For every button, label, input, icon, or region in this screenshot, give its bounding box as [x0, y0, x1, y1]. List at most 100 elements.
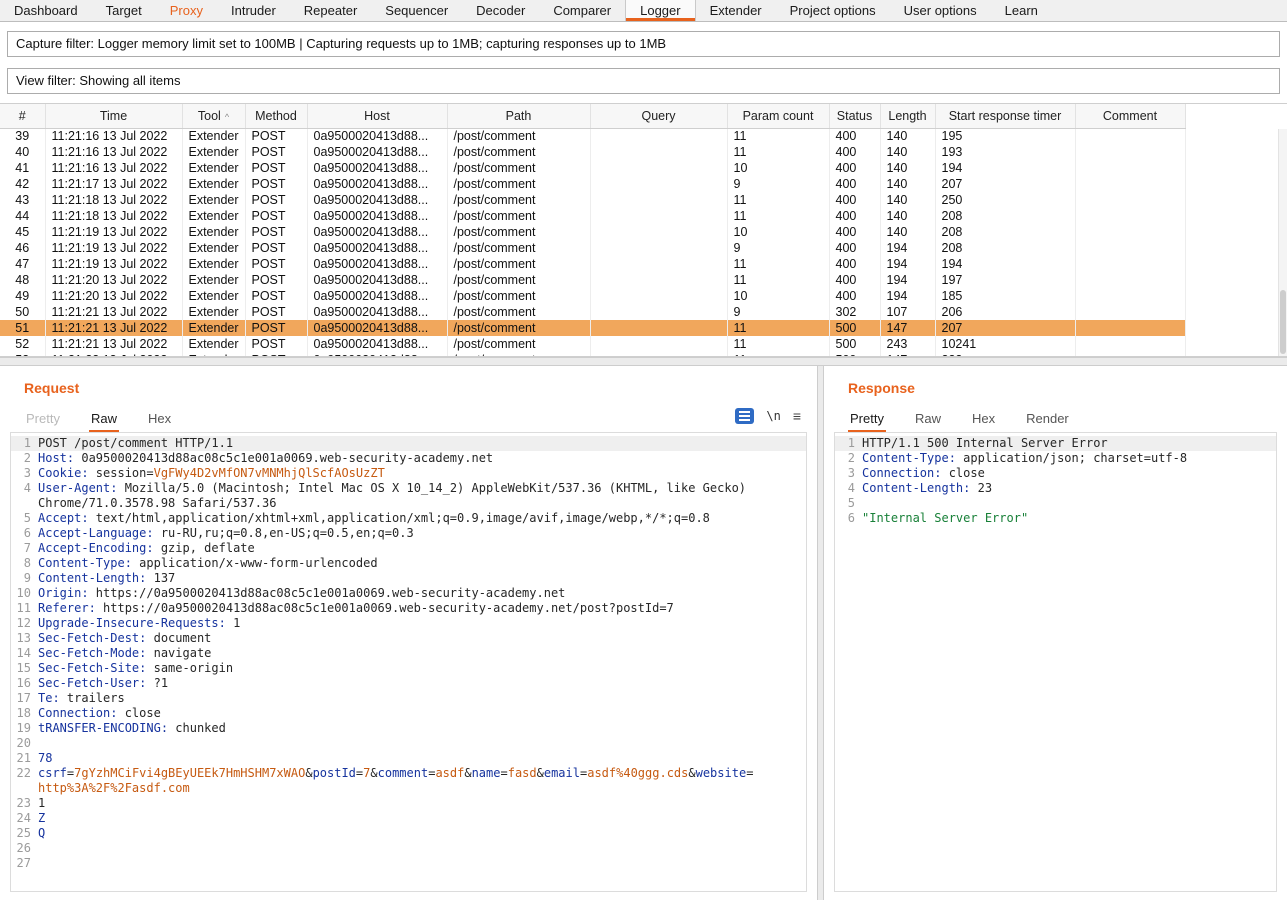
menu-tab[interactable]: Target: [92, 0, 156, 21]
line-content: Cookie: session=VgFWy4D2vMfON7vMNMhjQlSc…: [38, 466, 385, 481]
table-row[interactable]: 4711:21:19 13 Jul 2022ExtenderPOST0a9500…: [0, 256, 1185, 272]
capture-filter-bar[interactable]: Capture filter: Logger memory limit set …: [7, 31, 1280, 57]
code-line: 18 Connection: close: [11, 706, 806, 721]
request-editor-icons: \n ≡: [735, 408, 801, 424]
table-row[interactable]: 4911:21:20 13 Jul 2022ExtenderPOST0a9500…: [0, 288, 1185, 304]
menu-tab[interactable]: Logger: [625, 0, 695, 21]
menu-tab[interactable]: Dashboard: [0, 0, 92, 21]
table-cell: 52: [0, 336, 45, 352]
code-line: 1 HTTP/1.1 500 Internal Server Error: [835, 436, 1276, 451]
table-cell: [1075, 192, 1185, 208]
column-header[interactable]: Tool^: [182, 104, 245, 128]
editor-tab[interactable]: Pretty: [24, 411, 62, 432]
code-line: 5: [835, 496, 1276, 511]
request-editor[interactable]: 1 POST /post/comment HTTP/1.1 2 Host: 0a…: [10, 432, 807, 892]
column-header[interactable]: Host: [307, 104, 447, 128]
column-header[interactable]: Method: [245, 104, 307, 128]
wrap-toggle-icon[interactable]: [735, 408, 754, 424]
table-row[interactable]: 4811:21:20 13 Jul 2022ExtenderPOST0a9500…: [0, 272, 1185, 288]
table-cell: 11: [727, 272, 829, 288]
column-header[interactable]: Path: [447, 104, 590, 128]
nonprintable-toggle-icon[interactable]: \n: [766, 409, 780, 423]
table-cell: [1075, 224, 1185, 240]
table-cell: 0a9500020413d88...: [307, 336, 447, 352]
editor-tab[interactable]: Render: [1024, 411, 1071, 432]
table-cell: 232: [935, 352, 1075, 357]
menu-tab[interactable]: Extender: [696, 0, 776, 21]
editor-tab[interactable]: Hex: [146, 411, 173, 432]
table-cell: Extender: [182, 160, 245, 176]
menu-tab-label: Logger: [640, 3, 680, 18]
response-title: Response: [848, 380, 1287, 396]
table-cell: [1075, 336, 1185, 352]
table-row[interactable]: 4111:21:16 13 Jul 2022ExtenderPOST0a9500…: [0, 160, 1185, 176]
table-cell: POST: [245, 208, 307, 224]
scrollbar-thumb[interactable]: [1280, 290, 1286, 354]
editor-tab[interactable]: Pretty: [848, 411, 886, 432]
table-cell: [1075, 160, 1185, 176]
line-number: 7: [11, 541, 38, 556]
menu-tab[interactable]: Comparer: [539, 0, 625, 21]
table-cell: 11: [727, 144, 829, 160]
column-header[interactable]: Start response timer: [935, 104, 1075, 128]
response-editor[interactable]: 1 HTTP/1.1 500 Internal Server Error 2 C…: [834, 432, 1277, 892]
table-row[interactable]: 4211:21:17 13 Jul 2022ExtenderPOST0a9500…: [0, 176, 1185, 192]
table-row[interactable]: 4511:21:19 13 Jul 2022ExtenderPOST0a9500…: [0, 224, 1185, 240]
column-header[interactable]: Length: [880, 104, 935, 128]
table-cell: 140: [880, 128, 935, 144]
line-content: Content-Length: 137: [38, 571, 175, 586]
menu-tab[interactable]: Project options: [776, 0, 890, 21]
table-cell: /post/comment: [447, 352, 590, 357]
column-header[interactable]: Query: [590, 104, 727, 128]
menu-tab[interactable]: Repeater: [290, 0, 371, 21]
table-cell: POST: [245, 272, 307, 288]
view-filter-bar[interactable]: View filter: Showing all items: [7, 68, 1280, 94]
column-header[interactable]: #: [0, 104, 45, 128]
table-cell: [1075, 272, 1185, 288]
table-cell: [590, 240, 727, 256]
table-cell: 11:21:16 13 Jul 2022: [45, 160, 182, 176]
menu-tab[interactable]: Learn: [991, 0, 1052, 21]
line-content: Sec-Fetch-Dest: document: [38, 631, 211, 646]
menu-tab[interactable]: Proxy: [156, 0, 217, 21]
column-header[interactable]: Param count: [727, 104, 829, 128]
menu-tab[interactable]: Intruder: [217, 0, 290, 21]
table-cell: 500: [829, 320, 880, 336]
horizontal-splitter[interactable]: [0, 357, 1287, 366]
line-number: 2: [11, 451, 38, 466]
column-header[interactable]: Comment: [1075, 104, 1185, 128]
table-row[interactable]: 5211:21:21 13 Jul 2022ExtenderPOST0a9500…: [0, 336, 1185, 352]
table-row[interactable]: 4411:21:18 13 Jul 2022ExtenderPOST0a9500…: [0, 208, 1185, 224]
menu-tab[interactable]: User options: [890, 0, 991, 21]
table-cell: 10: [727, 160, 829, 176]
table-cell: 243: [880, 336, 935, 352]
column-header[interactable]: Time: [45, 104, 182, 128]
table-row[interactable]: 5311:21:22 13 Jul 2022ExtenderPOST0a9500…: [0, 352, 1185, 357]
menu-tab[interactable]: Decoder: [462, 0, 539, 21]
table-cell: 40: [0, 144, 45, 160]
vertical-splitter[interactable]: [817, 366, 824, 900]
table-cell: [1075, 304, 1185, 320]
column-header[interactable]: Status: [829, 104, 880, 128]
table-row[interactable]: 5011:21:21 13 Jul 2022ExtenderPOST0a9500…: [0, 304, 1185, 320]
table-row[interactable]: 4311:21:18 13 Jul 2022ExtenderPOST0a9500…: [0, 192, 1185, 208]
editor-tab[interactable]: Raw: [89, 411, 119, 432]
table-cell: Extender: [182, 272, 245, 288]
table-cell: 197: [935, 272, 1075, 288]
table-cell: 53: [0, 352, 45, 357]
line-number: 23: [11, 796, 38, 811]
table-cell: POST: [245, 336, 307, 352]
editor-menu-icon[interactable]: ≡: [793, 409, 801, 423]
table-vertical-scrollbar[interactable]: [1278, 129, 1287, 356]
table-row[interactable]: 4611:21:19 13 Jul 2022ExtenderPOST0a9500…: [0, 240, 1185, 256]
table-cell: 10: [727, 288, 829, 304]
editor-tab[interactable]: Raw: [913, 411, 943, 432]
table-row[interactable]: 5111:21:21 13 Jul 2022ExtenderPOST0a9500…: [0, 320, 1185, 336]
editor-tab[interactable]: Hex: [970, 411, 997, 432]
table-cell: 0a9500020413d88...: [307, 352, 447, 357]
table-cell: 194: [880, 272, 935, 288]
table-row[interactable]: 4011:21:16 13 Jul 2022ExtenderPOST0a9500…: [0, 144, 1185, 160]
menu-tab[interactable]: Sequencer: [371, 0, 462, 21]
table-row[interactable]: 3911:21:16 13 Jul 2022ExtenderPOST0a9500…: [0, 128, 1185, 144]
code-line: 4 User-Agent: Mozilla/5.0 (Macintosh; In…: [11, 481, 806, 511]
